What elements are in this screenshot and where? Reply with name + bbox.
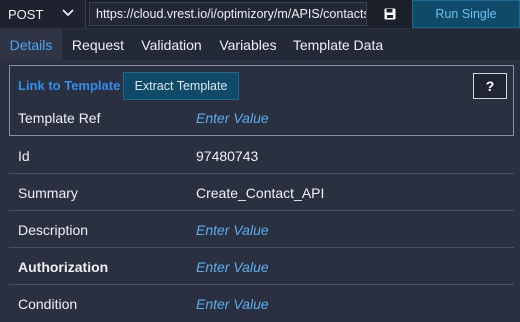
field-row-id: Id 97480743 [9, 137, 514, 174]
request-bar: POST https://cloud.vrest.io/i/optimizory… [0, 0, 520, 28]
run-single-button[interactable]: Run Single [412, 0, 520, 28]
authorization-input[interactable]: Enter Value [196, 259, 269, 275]
description-label: Description [18, 222, 89, 238]
save-icon [384, 8, 396, 20]
tab-variables[interactable]: Variables [211, 29, 285, 60]
tab-template-data[interactable]: Template Data [287, 29, 389, 60]
chevron-down-icon [62, 9, 74, 17]
tab-details[interactable]: Details [0, 29, 62, 60]
summary-label: Summary [18, 185, 78, 201]
summary-input[interactable]: Create_Contact_API [196, 185, 324, 201]
template-section: Link to Template Extract Template ? Temp… [9, 65, 514, 136]
save-button[interactable] [369, 0, 411, 28]
description-input[interactable]: Enter Value [196, 222, 269, 238]
tab-validation[interactable]: Validation [134, 29, 209, 60]
help-button[interactable]: ? [473, 73, 507, 99]
condition-label: Condition [18, 296, 78, 312]
field-row-authorization: Authorization Enter Value [9, 248, 514, 285]
method-value: POST [8, 6, 44, 22]
condition-input[interactable]: Enter Value [196, 296, 269, 312]
field-row-summary: Summary Create_Contact_API [9, 174, 514, 211]
link-to-template-link[interactable]: Link to Template [18, 78, 120, 93]
authorization-label: Authorization [18, 259, 109, 275]
url-input[interactable]: https://cloud.vrest.io/i/optimizory/m/AP… [89, 2, 367, 26]
id-label: Id [18, 148, 30, 164]
tab-bar: Details Request Validation Variables Tem… [0, 29, 520, 60]
extract-template-button[interactable]: Extract Template [123, 72, 239, 100]
field-row-condition: Condition Enter Value [9, 285, 514, 322]
id-value: 97480743 [196, 148, 259, 164]
method-select[interactable]: POST [0, 0, 86, 28]
field-row-description: Description Enter Value [9, 211, 514, 248]
tab-request[interactable]: Request [64, 29, 132, 60]
template-ref-label: Template Ref [18, 110, 101, 126]
template-ref-input[interactable]: Enter Value [196, 110, 269, 126]
